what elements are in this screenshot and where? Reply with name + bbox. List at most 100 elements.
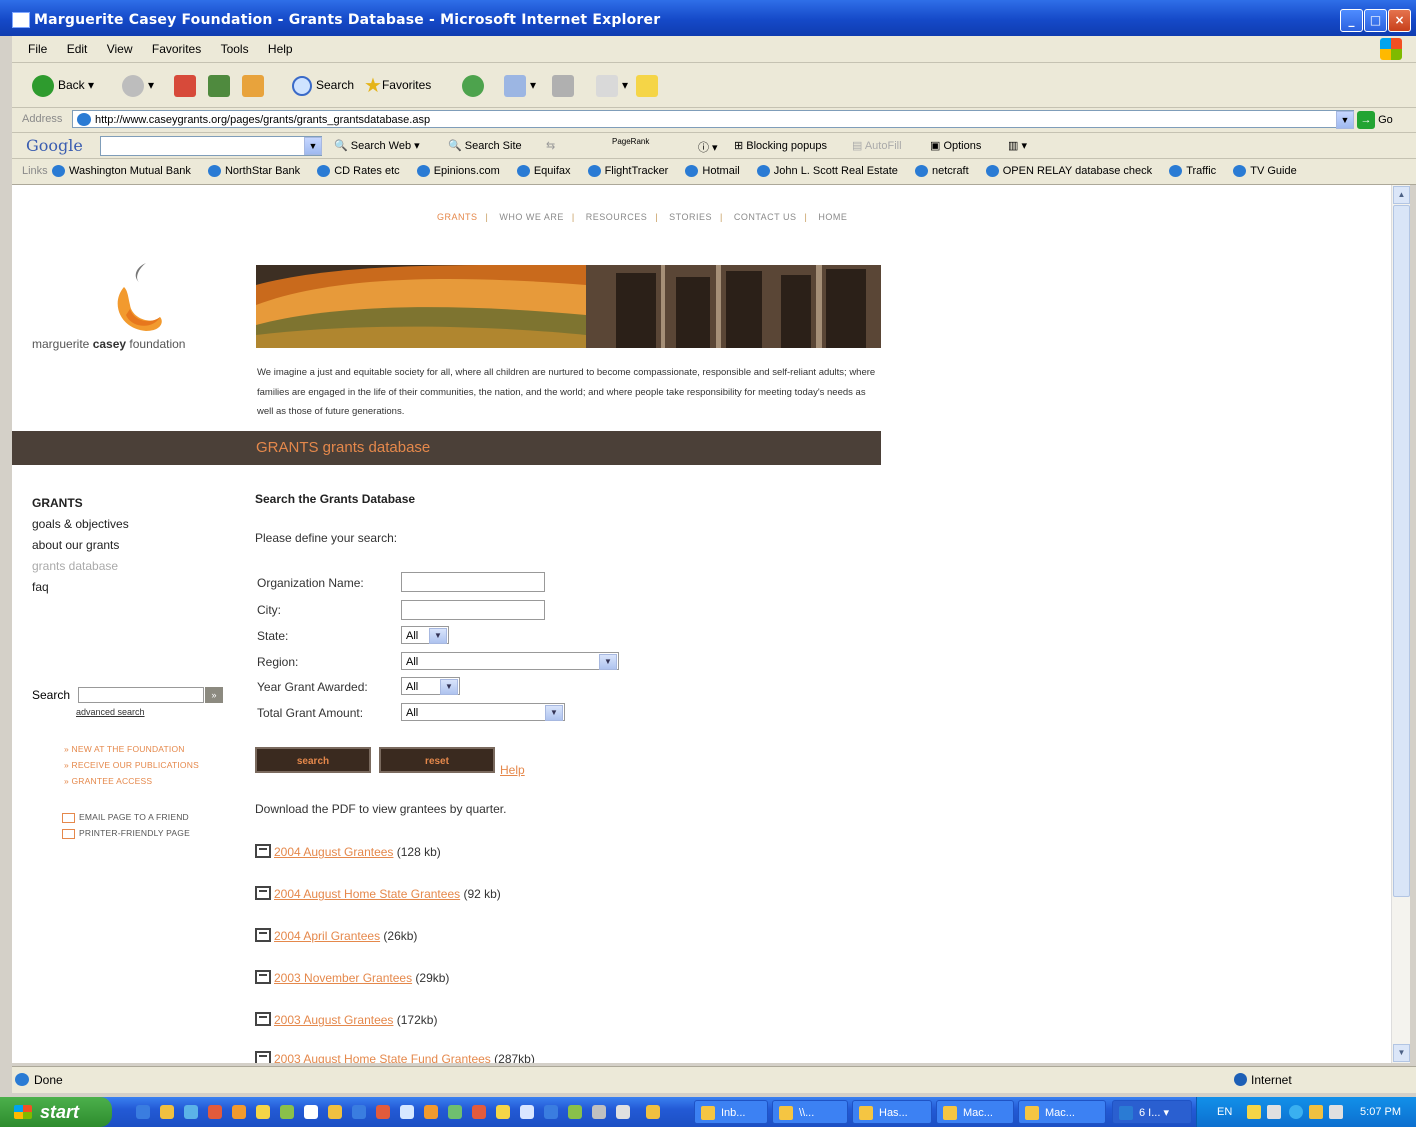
foundation-logo-icon[interactable] bbox=[106, 259, 166, 339]
tray-icon[interactable] bbox=[1247, 1105, 1261, 1119]
pdf-link[interactable]: 2004 April Grantees bbox=[274, 929, 380, 943]
menu-favorites[interactable]: Favorites bbox=[152, 36, 201, 62]
site-search-go-button[interactable]: » bbox=[205, 687, 223, 703]
left-nav-grants-database[interactable]: grants database bbox=[32, 556, 129, 577]
refresh-button[interactable] bbox=[208, 73, 234, 97]
link-tv-guide[interactable]: TV Guide bbox=[1233, 165, 1297, 178]
promo-new-link[interactable]: » NEW AT THE FOUNDATION bbox=[64, 741, 199, 757]
menu-tools[interactable]: Tools bbox=[221, 36, 249, 62]
nav-who-we-are[interactable]: WHO WE ARE bbox=[499, 212, 564, 222]
stop-button[interactable] bbox=[174, 73, 200, 97]
quicklaunch-app-icon[interactable] bbox=[544, 1105, 558, 1119]
nav-resources[interactable]: RESOURCES bbox=[586, 212, 648, 222]
pdf-link[interactable]: 2003 August Grantees bbox=[274, 1013, 393, 1027]
quicklaunch-app-icon[interactable] bbox=[646, 1105, 660, 1119]
link-hotmail[interactable]: Hotmail bbox=[685, 165, 740, 178]
address-dropdown-arrow[interactable]: ▼ bbox=[1336, 111, 1354, 129]
start-button[interactable]: start bbox=[0, 1097, 112, 1127]
scrollbar-thumb[interactable] bbox=[1393, 205, 1410, 897]
popup-blocker-button[interactable]: ⊞ Blocking popups bbox=[734, 139, 827, 152]
menu-view[interactable]: View bbox=[107, 36, 133, 62]
taskbar-button[interactable]: \\... bbox=[772, 1100, 848, 1124]
link-cd-rates[interactable]: CD Rates etc bbox=[317, 165, 400, 178]
maximize-button[interactable]: □ bbox=[1364, 9, 1387, 32]
taskbar-button[interactable]: Mac... bbox=[936, 1100, 1014, 1124]
year-select[interactable]: All ▼ bbox=[401, 677, 460, 695]
quicklaunch-app-icon[interactable] bbox=[304, 1105, 318, 1119]
email-page-link[interactable]: EMAIL PAGE TO A FRIEND bbox=[62, 809, 190, 825]
taskbar-button[interactable]: Inb... bbox=[694, 1100, 768, 1124]
quicklaunch-app-icon[interactable] bbox=[352, 1105, 366, 1119]
pdf-link[interactable]: 2004 August Grantees bbox=[274, 845, 393, 859]
taskbar-button[interactable]: Has... bbox=[852, 1100, 932, 1124]
tray-icon[interactable] bbox=[1289, 1105, 1303, 1119]
link-traffic[interactable]: Traffic bbox=[1169, 165, 1216, 178]
search-web-button[interactable]: 🔍 Search Web ▾ bbox=[334, 139, 420, 152]
nav-grants[interactable]: GRANTS bbox=[437, 212, 478, 222]
promo-grantee-access-link[interactable]: » GRANTEE ACCESS bbox=[64, 773, 199, 789]
link-open-relay[interactable]: OPEN RELAY database check bbox=[985, 165, 1152, 178]
info-button[interactable]: ⓘ ▾ bbox=[698, 139, 718, 155]
menu-help[interactable]: Help bbox=[268, 36, 293, 62]
back-button[interactable]: Back ▾ bbox=[32, 73, 94, 97]
reset-button[interactable]: reset bbox=[379, 747, 495, 773]
google-search-dropdown[interactable]: ▼ bbox=[304, 137, 322, 155]
quicklaunch-app-icon[interactable] bbox=[232, 1105, 246, 1119]
favorites-button[interactable]: ★Favorites bbox=[364, 73, 431, 97]
pdf-link[interactable]: 2004 August Home State Grantees bbox=[274, 887, 460, 901]
options-button[interactable]: ▣ Options bbox=[930, 139, 981, 152]
amount-select[interactable]: All ▼ bbox=[401, 703, 565, 721]
search-site-button[interactable]: 🔍 Search Site bbox=[448, 139, 522, 152]
quicklaunch-app-icon[interactable] bbox=[424, 1105, 438, 1119]
link-washington-mutual[interactable]: Washington Mutual Bank bbox=[52, 165, 191, 178]
menu-file[interactable]: File bbox=[28, 36, 47, 62]
menu-edit[interactable]: Edit bbox=[67, 36, 88, 62]
region-select[interactable]: All ▼ bbox=[401, 652, 619, 670]
pdf-link[interactable]: 2003 August Home State Fund Grantees bbox=[274, 1052, 491, 1063]
tray-icon[interactable] bbox=[1309, 1105, 1323, 1119]
link-john-l-scott[interactable]: John L. Scott Real Estate bbox=[756, 165, 898, 178]
city-input[interactable] bbox=[401, 600, 545, 620]
address-input[interactable]: http://www.caseygrants.org/pages/grants/… bbox=[72, 110, 1354, 128]
language-indicator[interactable]: EN bbox=[1217, 1106, 1232, 1118]
taskbar-button[interactable]: Mac... bbox=[1018, 1100, 1106, 1124]
nav-stories[interactable]: STORIES bbox=[669, 212, 712, 222]
quicklaunch-app-icon[interactable] bbox=[496, 1105, 510, 1119]
quicklaunch-app-icon[interactable] bbox=[400, 1105, 414, 1119]
left-nav-faq[interactable]: faq bbox=[32, 577, 129, 598]
quicklaunch-app-icon[interactable] bbox=[520, 1105, 534, 1119]
forward-button[interactable]: ▾ bbox=[122, 73, 154, 97]
mail-button[interactable]: ▾ bbox=[504, 73, 536, 97]
notes-button[interactable] bbox=[636, 73, 662, 97]
home-button[interactable] bbox=[242, 73, 268, 97]
link-flighttracker[interactable]: FlightTracker bbox=[587, 165, 668, 178]
up-button[interactable]: ⇆ bbox=[546, 139, 555, 152]
quicklaunch-app-icon[interactable] bbox=[616, 1105, 630, 1119]
left-nav-about-grants[interactable]: about our grants bbox=[32, 535, 129, 556]
help-link[interactable]: Help bbox=[500, 763, 525, 777]
advanced-search-link[interactable]: advanced search bbox=[76, 707, 145, 717]
google-search-input[interactable] bbox=[100, 136, 322, 156]
promo-publications-link[interactable]: » RECEIVE OUR PUBLICATIONS bbox=[64, 757, 199, 773]
go-button[interactable]: → Go bbox=[1357, 110, 1393, 130]
pdf-link[interactable]: 2003 November Grantees bbox=[274, 971, 412, 985]
state-select[interactable]: All ▼ bbox=[401, 626, 449, 644]
toolbar-extra-button[interactable]: ▥ ▾ bbox=[1008, 139, 1027, 152]
printer-friendly-link[interactable]: PRINTER-FRIENDLY PAGE bbox=[62, 825, 190, 841]
quicklaunch-desktop-icon[interactable] bbox=[184, 1105, 198, 1119]
link-northstar-bank[interactable]: NorthStar Bank bbox=[207, 165, 300, 178]
taskbar-group-button[interactable]: 6 I... ▾ bbox=[1112, 1100, 1192, 1124]
search-button[interactable]: Search bbox=[292, 73, 354, 97]
tray-icon[interactable] bbox=[1267, 1105, 1281, 1119]
nav-contact-us[interactable]: CONTACT US bbox=[734, 212, 797, 222]
quicklaunch-ie-icon[interactable] bbox=[136, 1105, 150, 1119]
search-submit-button[interactable]: search bbox=[255, 747, 371, 773]
link-netcraft[interactable]: netcraft bbox=[914, 165, 969, 178]
quicklaunch-app-icon[interactable] bbox=[280, 1105, 294, 1119]
minimize-button[interactable]: _ bbox=[1340, 9, 1363, 32]
autofill-button[interactable]: ▤ AutoFill bbox=[852, 139, 902, 152]
quicklaunch-app-icon[interactable] bbox=[256, 1105, 270, 1119]
quicklaunch-app-icon[interactable] bbox=[568, 1105, 582, 1119]
edit-button[interactable]: ▾ bbox=[596, 73, 628, 97]
quicklaunch-app-icon[interactable] bbox=[208, 1105, 222, 1119]
